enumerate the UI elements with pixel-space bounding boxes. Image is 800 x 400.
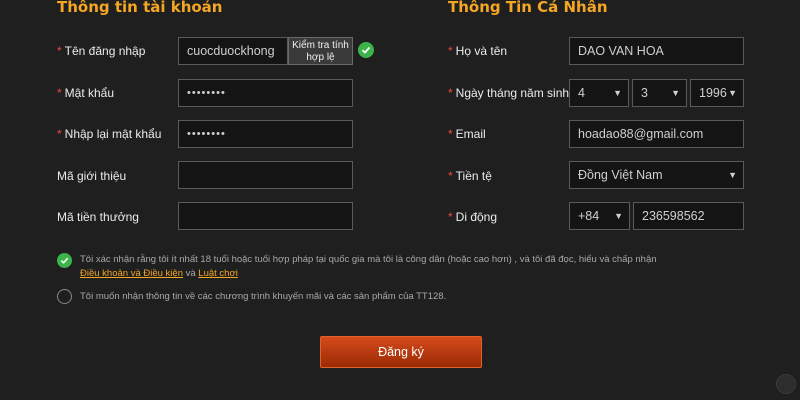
register-button[interactable]: Đăng ký: [320, 336, 482, 368]
dob-day-select[interactable]: 4 ▼: [569, 79, 629, 107]
game-rules-link[interactable]: Luật chơi: [198, 268, 238, 279]
chevron-down-icon: ▼: [728, 88, 737, 98]
fullname-label: * Họ và tên: [448, 44, 508, 58]
terms-checkbox[interactable]: [57, 253, 72, 268]
chevron-down-icon: ▼: [613, 88, 622, 98]
personal-section-title: Thông Tin Cá Nhân: [448, 0, 608, 16]
currency-label: * Tiền tệ: [448, 169, 492, 183]
check-icon: [60, 257, 69, 264]
currency-select[interactable]: Đồng Việt Nam ▼: [569, 161, 744, 189]
username-input[interactable]: cuocduockhong: [178, 37, 288, 65]
promo-text: Tôi muốn nhận thông tin về các chương tr…: [80, 291, 447, 302]
check-circle-icon: [358, 42, 374, 58]
terms-conditions-link[interactable]: Điều khoản và Điều kiện: [80, 268, 183, 279]
email-label: * Email: [448, 127, 486, 141]
required-mark: *: [448, 127, 453, 141]
fullname-input[interactable]: DAO VAN HOA: [569, 37, 744, 65]
password-label: * Mật khẩu: [57, 86, 115, 100]
dob-label: * Ngày tháng năm sinh: [448, 86, 570, 100]
terms-links: Điều khoản và Điều kiện và Luật chơi: [80, 268, 238, 279]
terms-text: Tôi xác nhận rằng tôi ít nhất 18 tuổi ho…: [80, 254, 657, 265]
confirm-password-input[interactable]: ••••••••: [178, 120, 353, 148]
username-label: * Tên đăng nhập: [57, 44, 146, 58]
check-validity-button[interactable]: Kiểm tra tính hợp lệ: [288, 37, 353, 65]
dob-month-select[interactable]: 3 ▼: [632, 79, 687, 107]
account-section-title: Thông tin tài khoản: [57, 0, 223, 16]
mobile-label: * Di động: [448, 210, 498, 224]
required-mark: *: [448, 44, 453, 58]
referral-code-input[interactable]: [178, 161, 353, 189]
dob-year-select[interactable]: 1996 ▼: [690, 79, 744, 107]
required-mark: *: [57, 127, 62, 141]
required-mark: *: [448, 210, 453, 224]
bonus-code-label: Mã tiền thưởng: [57, 210, 139, 224]
mobile-input[interactable]: 236598562: [633, 202, 744, 230]
bonus-code-input[interactable]: [178, 202, 353, 230]
required-mark: *: [57, 44, 62, 58]
promo-opt-in-radio[interactable]: [57, 289, 72, 304]
password-input[interactable]: ••••••••: [178, 79, 353, 107]
chevron-down-icon: ▼: [671, 88, 680, 98]
confirm-password-label: * Nhập lại mật khẩu: [57, 127, 162, 141]
chevron-down-icon: ▼: [614, 211, 623, 221]
required-mark: *: [448, 86, 453, 100]
country-code-select[interactable]: +84 ▼: [569, 202, 630, 230]
email-input[interactable]: hoadao88@gmail.com: [569, 120, 744, 148]
required-mark: *: [57, 86, 62, 100]
required-mark: *: [448, 169, 453, 183]
referral-code-label: Mã giới thiệu: [57, 169, 127, 183]
chevron-down-icon: ▼: [728, 170, 737, 180]
scroll-top-icon[interactable]: [776, 374, 796, 394]
